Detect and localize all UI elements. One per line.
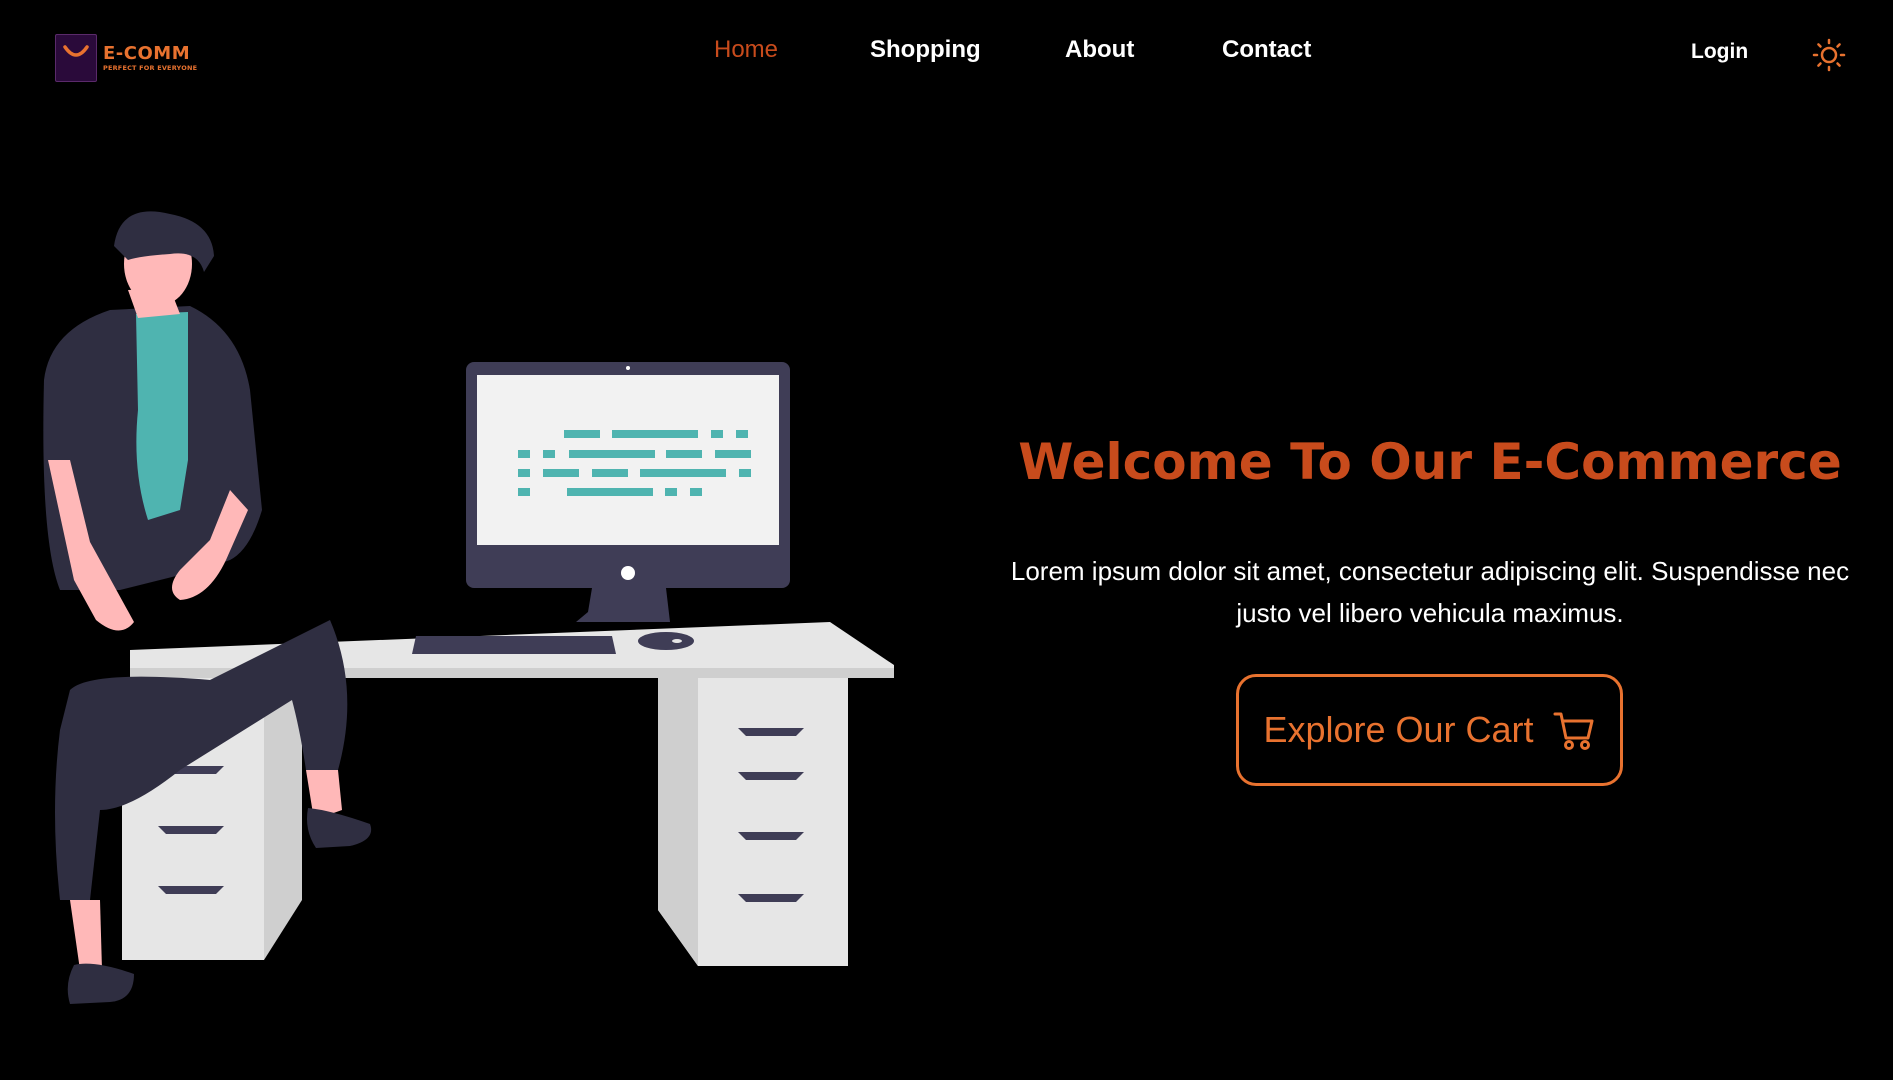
hero-description: Lorem ipsum dolor sit amet, consectetur …: [1010, 556, 1850, 628]
mouse: [638, 632, 694, 650]
nav-about-link[interactable]: About: [1065, 36, 1134, 64]
explore-cart-label: Explore Our Cart: [1263, 709, 1534, 750]
sun-icon: [1812, 38, 1846, 72]
navbar: E-COMM PERFECT FOR EVERYONE Home Shoppin…: [0, 0, 1893, 108]
keyboard: [412, 636, 616, 654]
cart-icon: [1553, 712, 1594, 750]
nav-home-link[interactable]: Home: [714, 36, 778, 64]
explore-cart-button[interactable]: Explore Our Cart: [1236, 674, 1623, 786]
hero-illustration: [30, 210, 900, 1030]
login-link[interactable]: Login: [1691, 40, 1748, 64]
nav-shopping-link[interactable]: Shopping: [870, 36, 981, 64]
hero-title: Welcome To Our E-Commerce: [1018, 433, 1842, 491]
main-nav: Home Shopping About Contact: [0, 0, 1893, 108]
theme-toggle-button[interactable]: [1812, 38, 1846, 72]
nav-contact-link[interactable]: Contact: [1222, 36, 1311, 64]
hero-section: Welcome To Our E-Commerce Lorem ipsum do…: [1000, 430, 1860, 634]
